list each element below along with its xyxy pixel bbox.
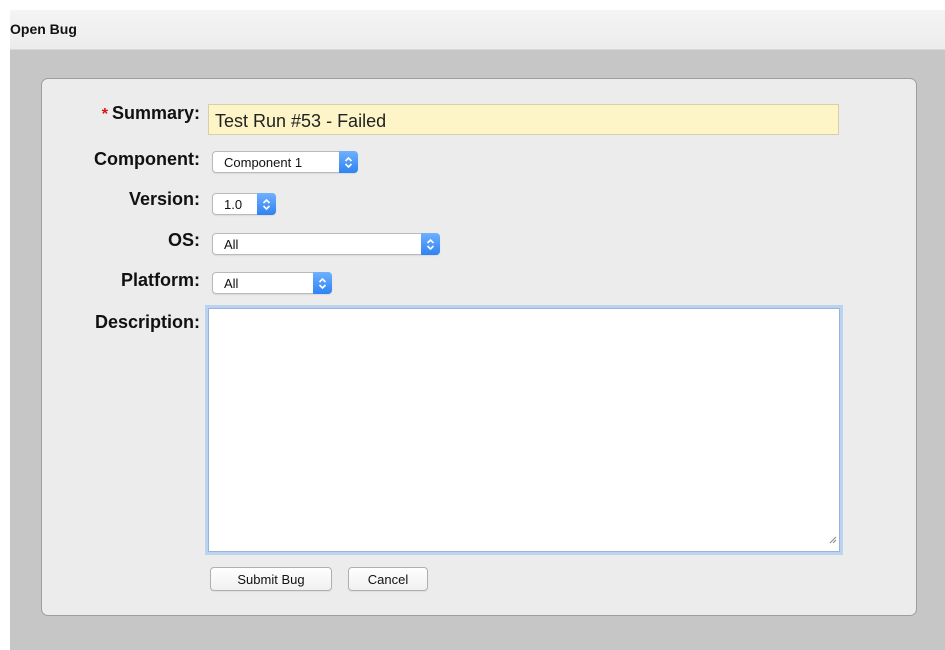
- version-label: Version:: [128, 189, 200, 209]
- os-select-value: All: [224, 237, 239, 252]
- os-select[interactable]: All: [212, 233, 440, 255]
- resize-grip-icon[interactable]: [828, 531, 837, 549]
- os-label: OS:: [167, 230, 200, 250]
- app-window: Open Bug * Summary: Test Run #53 - Failed…: [0, 0, 945, 650]
- submit-bug-button[interactable]: Submit Bug: [210, 567, 332, 591]
- content-area: * Summary: Test Run #53 - Failed Componen…: [10, 50, 945, 650]
- chevron-up-down-icon: [421, 233, 440, 255]
- platform-select-value: All: [224, 276, 239, 291]
- component-select-value: Component 1: [224, 155, 303, 170]
- chevron-up-down-icon: [257, 193, 276, 215]
- page-title: Open Bug: [10, 21, 77, 37]
- title-bar: Open Bug: [10, 10, 945, 50]
- platform-select[interactable]: All: [212, 272, 332, 294]
- summary-input[interactable]: Test Run #53 - Failed: [208, 104, 839, 135]
- version-select-value: 1.0: [224, 197, 243, 212]
- chevron-up-down-icon: [339, 151, 358, 173]
- component-select[interactable]: Component 1: [212, 151, 358, 173]
- version-select[interactable]: 1.0: [212, 193, 276, 215]
- chevron-up-down-icon: [313, 272, 332, 294]
- cancel-button[interactable]: Cancel: [348, 567, 428, 591]
- description-label: Description:: [94, 312, 200, 332]
- bug-form-panel: * Summary: Test Run #53 - Failed Componen…: [41, 78, 917, 616]
- description-textarea[interactable]: [208, 308, 840, 552]
- required-marker: *: [101, 106, 108, 123]
- component-label: Component:: [94, 149, 200, 169]
- summary-label: * Summary:: [101, 103, 200, 123]
- platform-label: Platform:: [120, 270, 200, 290]
